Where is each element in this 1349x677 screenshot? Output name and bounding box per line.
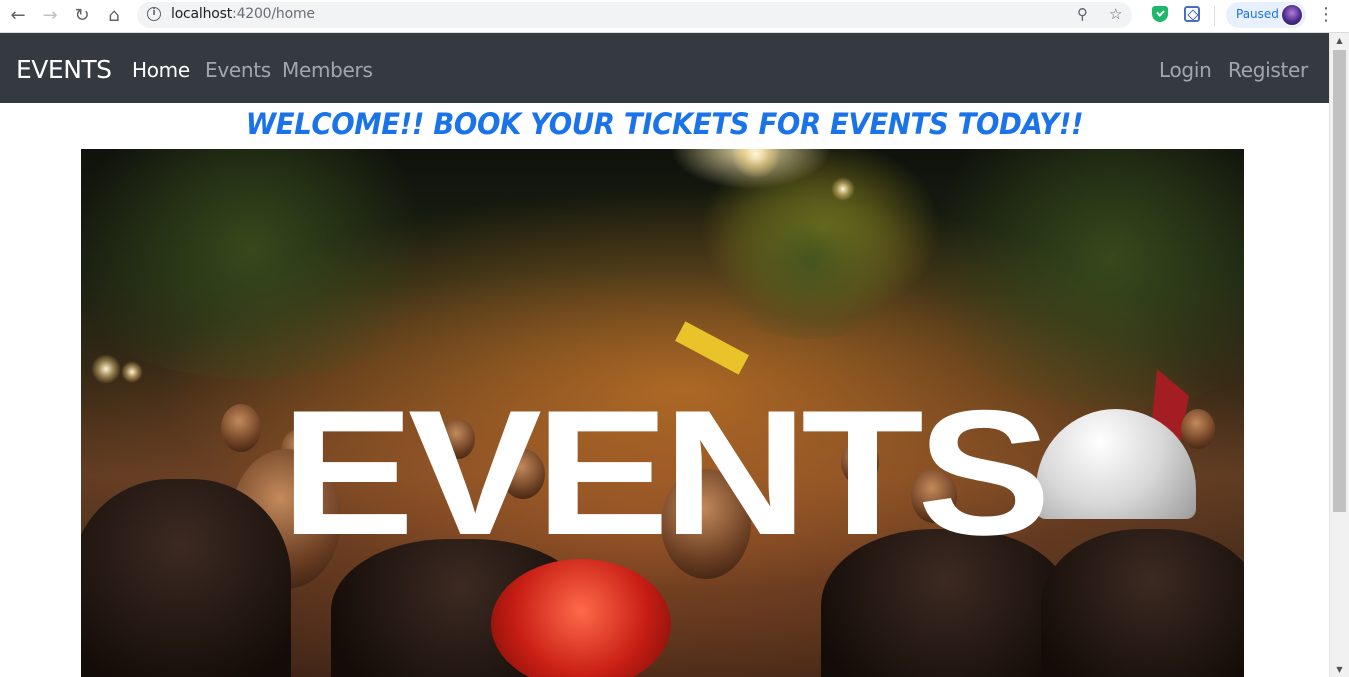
profile-button[interactable]: Paused <box>1226 2 1306 28</box>
app-navbar: EVENTS Home Events Members Login Registe… <box>0 33 1329 103</box>
red-hat <box>491 559 671 677</box>
street-light <box>831 177 855 201</box>
nav-events[interactable]: Events <box>205 58 271 82</box>
url-text[interactable]: localhost:4200/home <box>171 6 315 22</box>
street-light <box>91 354 121 384</box>
toolbar-divider <box>1214 6 1215 26</box>
yellow-flag <box>675 321 749 375</box>
avatar <box>1281 4 1303 26</box>
home-button[interactable]: ⌂ <box>101 4 127 26</box>
zoom-icon[interactable]: ⚲ <box>1077 5 1088 23</box>
reload-button[interactable]: ↻ <box>69 4 95 26</box>
extension-icon[interactable] <box>1184 6 1200 22</box>
star-icon[interactable]: ☆ <box>1109 5 1122 23</box>
profile-status: Paused <box>1236 7 1279 21</box>
page-viewport: EVENTS Home Events Members Login Registe… <box>0 33 1329 677</box>
shield-extension-icon[interactable] <box>1152 6 1168 22</box>
vertical-scrollbar[interactable]: ▲ ▼ <box>1329 33 1349 677</box>
nav-register[interactable]: Register <box>1228 58 1308 82</box>
forward-button[interactable]: → <box>37 4 63 26</box>
street-light <box>731 149 781 179</box>
address-bar[interactable]: i localhost:4200/home ⚲ ☆ <box>137 2 1132 28</box>
nav-home[interactable]: Home <box>132 58 190 82</box>
kebab-menu-icon[interactable]: ⋮ <box>1317 4 1335 25</box>
url-path: :4200/home <box>232 6 315 22</box>
tree-foliage <box>81 149 461 379</box>
brand-link[interactable]: EVENTS <box>16 55 112 84</box>
hero-image: EVENTS <box>81 149 1244 677</box>
tree-foliage <box>701 179 921 339</box>
tree-foliage <box>901 149 1244 409</box>
nav-login[interactable]: Login <box>1159 58 1212 82</box>
info-icon[interactable]: i <box>147 7 161 21</box>
browser-toolbar: ← → ↻ ⌂ i localhost:4200/home ⚲ ☆ Paused… <box>0 0 1349 33</box>
hero-title: EVENTS <box>280 373 1051 572</box>
nav-members[interactable]: Members <box>282 58 373 82</box>
scroll-up-arrow-icon[interactable]: ▲ <box>1330 33 1349 48</box>
scrollbar-thumb[interactable] <box>1333 50 1346 512</box>
scroll-down-arrow-icon[interactable]: ▼ <box>1330 662 1349 677</box>
street-light <box>121 361 143 383</box>
url-host: localhost <box>171 6 233 22</box>
welcome-heading: WELCOME!! BOOK YOUR TICKETS FOR EVENTS T… <box>245 107 1084 141</box>
back-button[interactable]: ← <box>5 4 31 26</box>
